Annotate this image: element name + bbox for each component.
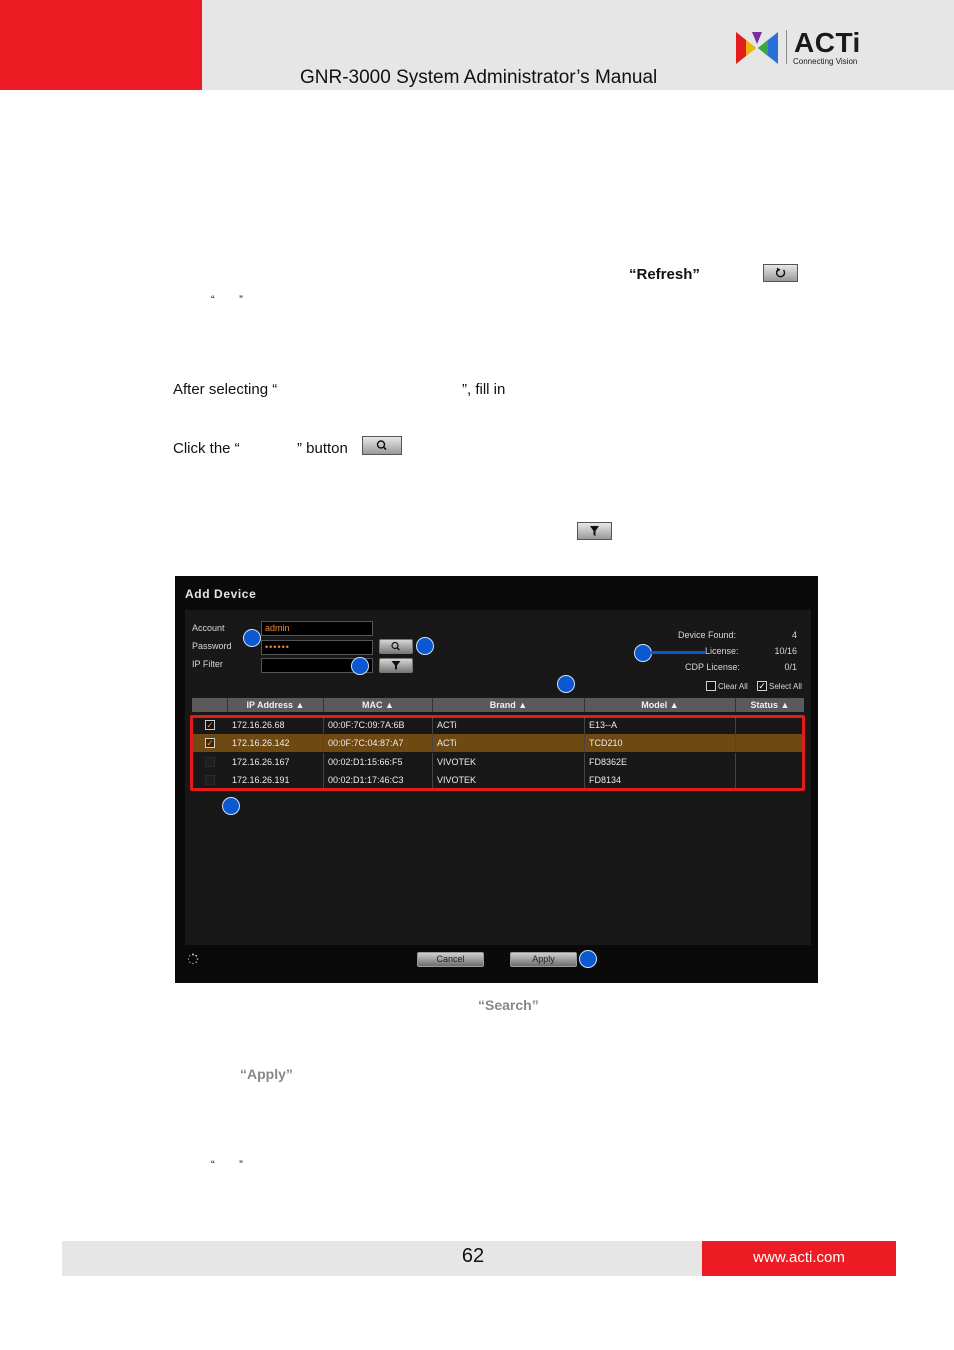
search-icon: [376, 440, 387, 451]
refresh-icon: [775, 267, 786, 278]
quote-pair: “ ”: [211, 294, 243, 306]
callout-badge: [579, 950, 597, 968]
clear-all-checkbox[interactable]: [706, 681, 716, 691]
button-text: ” button: [297, 440, 348, 457]
select-all-checkbox[interactable]: ✓: [757, 681, 767, 691]
callout-badge: [634, 644, 652, 662]
cdp-license-value: 0/1: [784, 662, 797, 672]
account-label: Account: [192, 623, 225, 633]
column-model[interactable]: Model ▲: [585, 698, 736, 712]
filter-icon: [391, 661, 401, 670]
dialog-title: Add Device: [185, 587, 257, 601]
quote-pair: “ ”: [211, 1159, 243, 1171]
spinner-icon: [187, 953, 199, 965]
column-mac[interactable]: MAC ▲: [324, 698, 433, 712]
device-found-label: Device Found:: [678, 630, 737, 640]
ip-filter-button[interactable]: [379, 658, 413, 673]
highlight-box: [190, 715, 805, 791]
click-the-text: Click the “: [173, 440, 240, 457]
callout-badge: [351, 657, 369, 675]
apply-caption: “Apply”: [240, 1066, 293, 1082]
refresh-button[interactable]: [763, 264, 798, 282]
license-label: License:: [705, 646, 739, 656]
search-caption: “Search”: [478, 997, 539, 1013]
header-checkbox-column: [192, 698, 228, 712]
column-brand[interactable]: Brand ▲: [433, 698, 585, 712]
fill-in-text: ”, fill in: [462, 381, 506, 398]
callout-badge: [222, 797, 240, 815]
column-ip-address[interactable]: IP Address ▲: [228, 698, 324, 712]
refresh-label: “Refresh”: [629, 266, 700, 283]
column-status[interactable]: Status ▲: [736, 698, 804, 712]
device-table-header: IP Address ▲ MAC ▲ Brand ▲ Model ▲ Statu…: [192, 698, 804, 712]
manual-title: GNR-3000 System Administrator’s Manual: [300, 67, 658, 88]
apply-button[interactable]: Apply: [510, 952, 577, 967]
callout-badge: [243, 629, 261, 647]
callout-badge: [557, 675, 575, 693]
search-button[interactable]: [379, 639, 413, 654]
filter-icon: [590, 526, 599, 536]
logo-wordmark: ACTi: [794, 27, 861, 58]
after-selecting-text: After selecting “: [173, 381, 278, 398]
device-found-value: 4: [791, 630, 797, 640]
clear-all-label[interactable]: Clear All: [718, 682, 748, 691]
license-value: 10/16: [774, 646, 797, 656]
password-input[interactable]: ••••••: [261, 640, 373, 655]
cancel-button[interactable]: Cancel: [417, 952, 484, 967]
website-link[interactable]: www.acti.com: [702, 1249, 896, 1266]
acti-logo-mark: [736, 32, 778, 64]
header-red-block: [0, 0, 202, 90]
select-all-label[interactable]: Select All: [769, 682, 802, 691]
callout-line: [651, 651, 705, 654]
cdp-license-label: CDP License:: [685, 662, 740, 672]
filter-button-inline[interactable]: [577, 522, 612, 540]
ip-filter-label: IP Filter: [192, 659, 223, 669]
account-input[interactable]: admin: [261, 621, 373, 636]
logo-divider: [786, 30, 787, 64]
password-label: Password: [192, 641, 232, 651]
search-button-inline[interactable]: [362, 436, 402, 455]
callout-badge: [416, 637, 434, 655]
search-icon: [391, 641, 400, 651]
logo-tagline: Connecting Vision: [793, 57, 858, 66]
